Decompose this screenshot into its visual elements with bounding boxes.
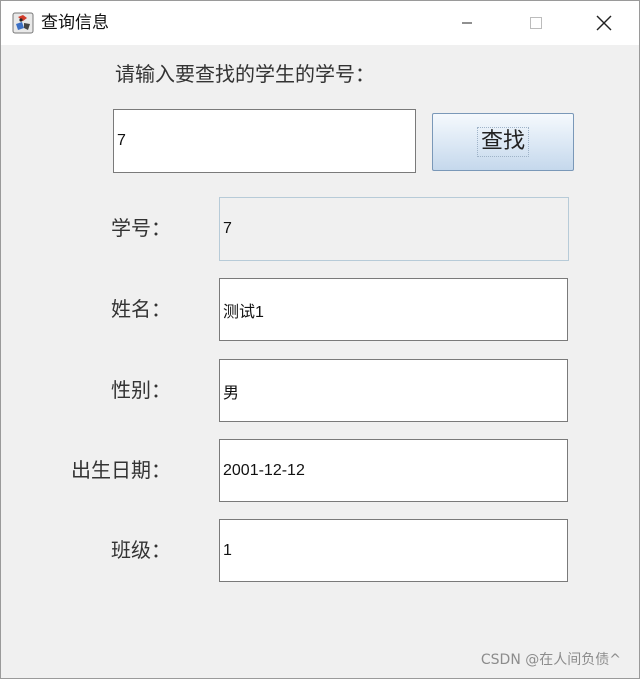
csdn-watermark: CSDN @在人间负债^ xyxy=(480,652,621,668)
gender-field[interactable]: 男 xyxy=(219,359,568,422)
class-label: 班级： xyxy=(111,538,171,562)
minimize-icon xyxy=(462,22,472,24)
window-content: 请输入要查找的学生的学号： 7 查找 学号： 7 姓名： 测试1 性别： 男 出… xyxy=(1,45,639,678)
class-value: 1 xyxy=(223,541,232,559)
name-label: 姓名： xyxy=(111,297,171,321)
gender-value: 男 xyxy=(223,384,240,402)
search-input-value: 7 xyxy=(117,132,126,149)
maximize-icon xyxy=(530,17,542,29)
search-button[interactable]: 查找 xyxy=(432,113,574,171)
title-bar[interactable]: 查询信息 xyxy=(1,1,639,45)
student-id-field: 7 xyxy=(219,197,569,261)
java-app-icon xyxy=(12,12,34,34)
gender-label: 性别： xyxy=(111,378,171,402)
query-info-window: 查询信息 请输入要查找的学生的学号： 7 查找 学号： 7 姓名： 测试1 性别… xyxy=(0,0,640,679)
search-prompt-label: 请输入要查找的学生的学号： xyxy=(115,62,375,86)
maximize-button[interactable] xyxy=(507,1,563,45)
birth-date-label: 出生日期： xyxy=(71,458,171,482)
search-button-label: 查找 xyxy=(476,127,529,157)
window-title: 查询信息 xyxy=(41,13,109,33)
birth-date-value: 2001-12-12 xyxy=(223,461,305,479)
close-icon xyxy=(596,15,612,31)
student-id-value: 7 xyxy=(223,220,232,237)
minimize-button[interactable] xyxy=(439,1,495,45)
student-id-label: 学号： xyxy=(111,216,171,240)
name-field[interactable]: 测试1 xyxy=(219,278,568,341)
close-button[interactable] xyxy=(575,1,631,45)
birth-date-field[interactable]: 2001-12-12 xyxy=(219,439,568,502)
name-value: 测试1 xyxy=(223,303,264,321)
student-id-search-input[interactable]: 7 xyxy=(113,109,416,173)
class-field[interactable]: 1 xyxy=(219,519,568,582)
